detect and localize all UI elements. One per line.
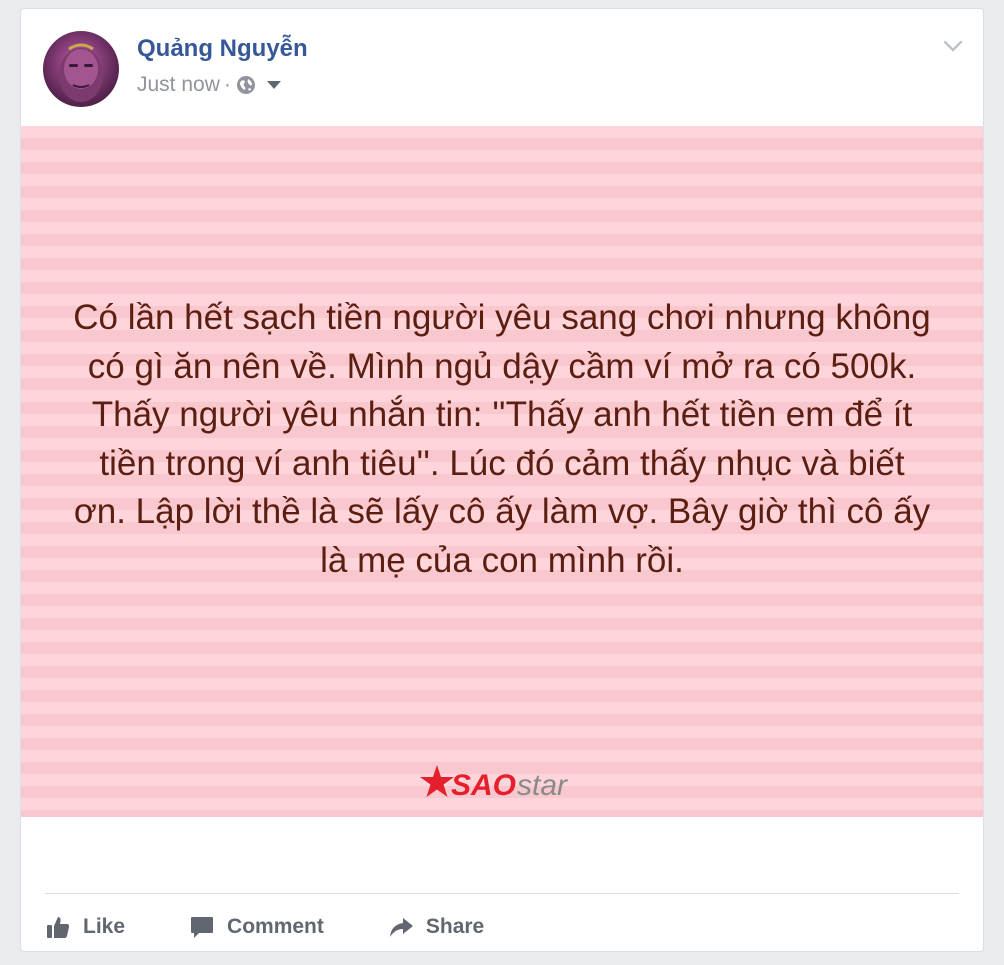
post-actions: Like Comment Share [45,905,484,949]
svg-text:star: star [517,769,568,802]
post-background: Có lần hết sạch tiền người yêu sang chơi… [21,126,983,817]
like-button[interactable]: Like [45,914,125,940]
comment-icon [189,914,215,940]
thumbs-up-icon [45,914,71,940]
actions-divider [45,893,959,894]
share-label: Share [425,915,485,938]
meta-separator: · [223,73,231,96]
post-card: Quảng Nguyễn Just now · Có lần hết sạch … [20,8,984,952]
chevron-down-icon[interactable] [943,39,963,53]
share-arrow-icon [388,914,414,940]
author-name[interactable]: Quảng Nguyễn [137,35,308,63]
timestamp[interactable]: Just now [137,73,220,97]
svg-text:SAO: SAO [451,769,516,802]
saostar-logo: SAO star [420,763,586,807]
share-button[interactable]: Share [388,914,484,940]
post-header: Quảng Nguyễn Just now · [21,9,983,126]
comment-label: Comment [227,915,324,938]
globe-icon[interactable] [236,75,256,95]
post-text: Có lần hết sạch tiền người yêu sang chơi… [73,298,931,580]
avatar-image [59,43,103,102]
post-meta: Just now · [137,73,282,97]
avatar[interactable] [43,31,119,107]
caret-down-icon[interactable] [266,80,282,90]
like-label: Like [83,915,126,938]
comment-button[interactable]: Comment [189,914,324,940]
